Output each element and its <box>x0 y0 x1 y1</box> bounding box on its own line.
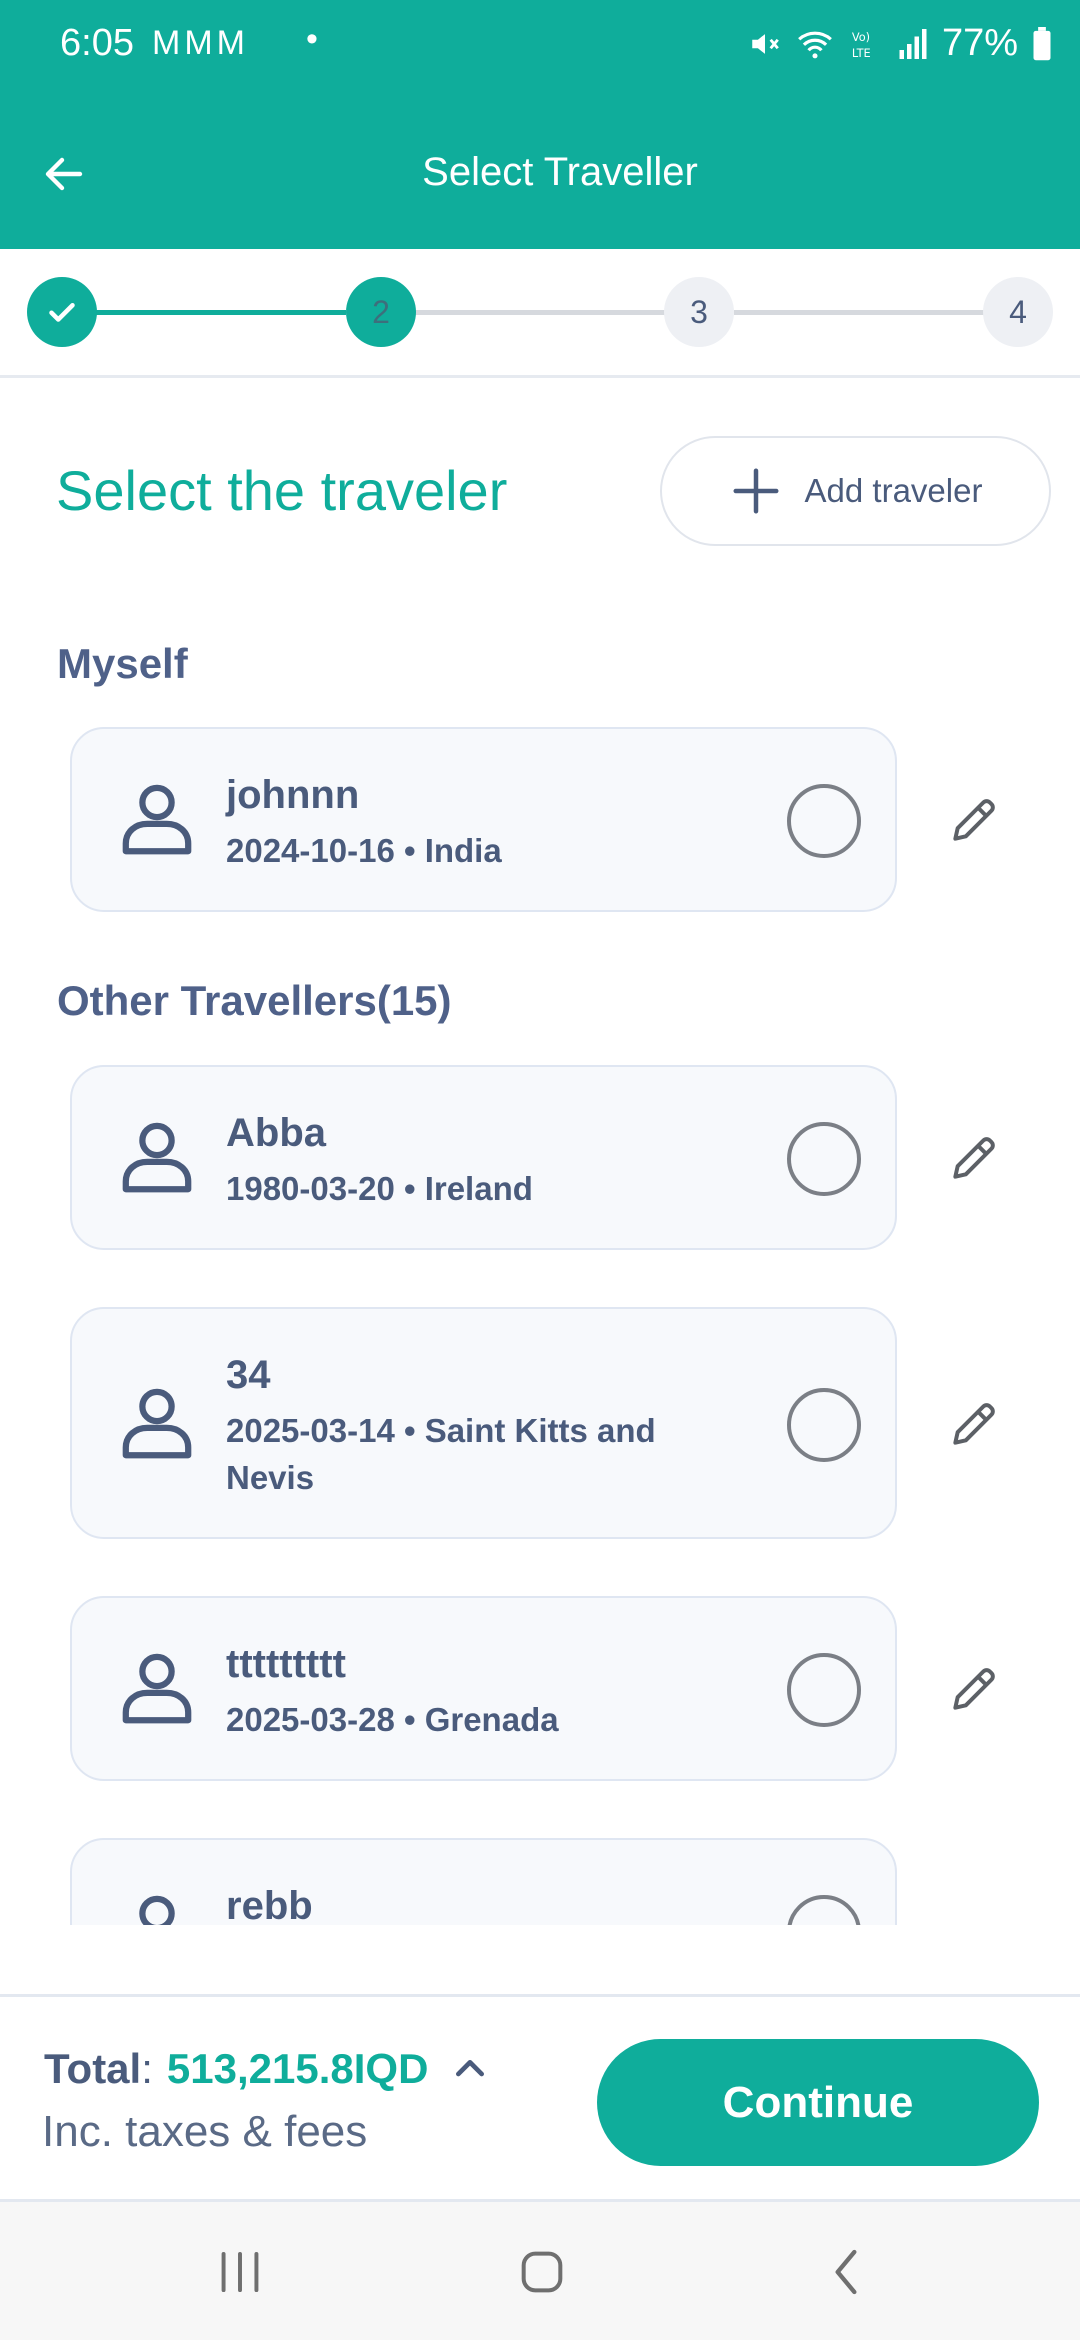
app-header: 6:05 MMM • Vo) LTE 77% Select Traveller <box>0 0 1080 249</box>
person-icon <box>122 784 192 855</box>
pencil-icon <box>953 799 995 841</box>
recent-apps-button[interactable] <box>205 2242 275 2302</box>
step-1-completed <box>27 277 97 347</box>
traveler-details: 1980-03-20 • Ireland <box>226 1170 533 1207</box>
more-notifications-dot: • <box>306 20 318 58</box>
signal-icon <box>899 28 927 59</box>
edit-traveler-button[interactable] <box>944 1394 1004 1454</box>
step-connector-2 <box>414 310 668 315</box>
person-icon <box>139 1895 175 1925</box>
system-back-button[interactable] <box>811 2242 881 2302</box>
battery-percent: 77% <box>941 22 1018 64</box>
myself-section-label: Myself <box>57 640 188 687</box>
step-connector-1 <box>96 310 346 315</box>
select-radio[interactable] <box>787 1895 861 1925</box>
traveler-name: ttttttttt <box>226 1642 346 1686</box>
traveler-card[interactable]: rebb <box>70 1838 897 1925</box>
volte-icon: Vo)LTE <box>852 30 871 60</box>
page-title: Select Traveller <box>422 150 698 194</box>
traveler-name: rebb <box>226 1884 313 1925</box>
chevron-up-icon <box>456 2060 485 2077</box>
gmail-notification-icons: MMM <box>152 24 249 62</box>
recent-apps-icon <box>221 2251 259 2293</box>
traveler-name: johnnn <box>226 773 360 817</box>
step-2-current: 2 <box>346 277 416 347</box>
total-value: 513,215.8IQD <box>166 2045 429 2092</box>
traveler-card[interactable]: 34 2025-03-14 • Saint Kitts and Nevis <box>70 1307 897 1539</box>
status-icons: Vo) LTE 77% <box>748 22 1052 65</box>
list-scroll-edge: rebb <box>0 1700 1080 1925</box>
home-button[interactable] <box>507 2242 577 2302</box>
step-connector-3 <box>734 310 984 315</box>
mute-icon <box>752 33 779 54</box>
pencil-icon <box>953 1137 995 1179</box>
chevron-left-icon <box>835 2249 857 2295</box>
step-3: 3 <box>664 277 734 347</box>
svg-text:LTE: LTE <box>852 45 871 59</box>
select-radio[interactable] <box>787 1388 861 1462</box>
traveler-name: 34 <box>226 1353 271 1397</box>
traveler-card-myself[interactable]: johnnn 2024-10-16 • India <box>70 727 897 912</box>
taxes-note: Inc. taxes & fees <box>42 2107 368 2156</box>
total-price-toggle[interactable]: Total : 513,215.8IQD <box>44 2045 490 2093</box>
select-radio[interactable] <box>787 1122 861 1196</box>
select-radio[interactable] <box>787 784 861 858</box>
traveler-card[interactable]: Abba 1980-03-20 • Ireland <box>70 1065 897 1250</box>
other-travellers-section-label: Other Travellers(15) <box>57 977 452 1024</box>
step-4: 4 <box>983 277 1053 347</box>
progress-stepper: 2 3 4 <box>0 249 1080 378</box>
status-time: 6:05 <box>60 22 134 64</box>
wifi-icon <box>798 31 832 58</box>
svg-text:Vo): Vo) <box>852 30 870 44</box>
battery-icon <box>1033 26 1051 60</box>
plus-icon <box>733 468 779 514</box>
status-bar: 6:05 MMM • Vo) LTE 77% <box>0 0 1080 92</box>
continue-button[interactable]: Continue <box>597 2039 1039 2166</box>
pencil-icon <box>953 1403 995 1445</box>
checkmark-icon <box>49 303 75 322</box>
traveler-details: 2024-10-16 • India <box>226 832 502 869</box>
system-navigation-bar <box>0 2202 1080 2340</box>
total-colon: : <box>141 2045 153 2092</box>
person-icon <box>122 1122 192 1193</box>
add-traveler-label: Add traveler <box>804 472 983 509</box>
total-label: Total <box>44 2045 142 2092</box>
person-icon <box>122 1388 192 1459</box>
select-traveler-heading: Select the traveler <box>56 459 508 522</box>
booking-footer: Total : 513,215.8IQD Inc. taxes & fees C… <box>0 1994 1080 2202</box>
traveler-name: Abba <box>226 1111 326 1155</box>
edit-traveler-button[interactable] <box>944 790 1004 850</box>
add-traveler-button[interactable]: Add traveler <box>660 436 1051 546</box>
edit-traveler-button[interactable] <box>944 1128 1004 1188</box>
traveler-details: 2025-03-14 • Saint Kitts and Nevis <box>226 1412 656 1496</box>
home-icon <box>521 2251 563 2293</box>
